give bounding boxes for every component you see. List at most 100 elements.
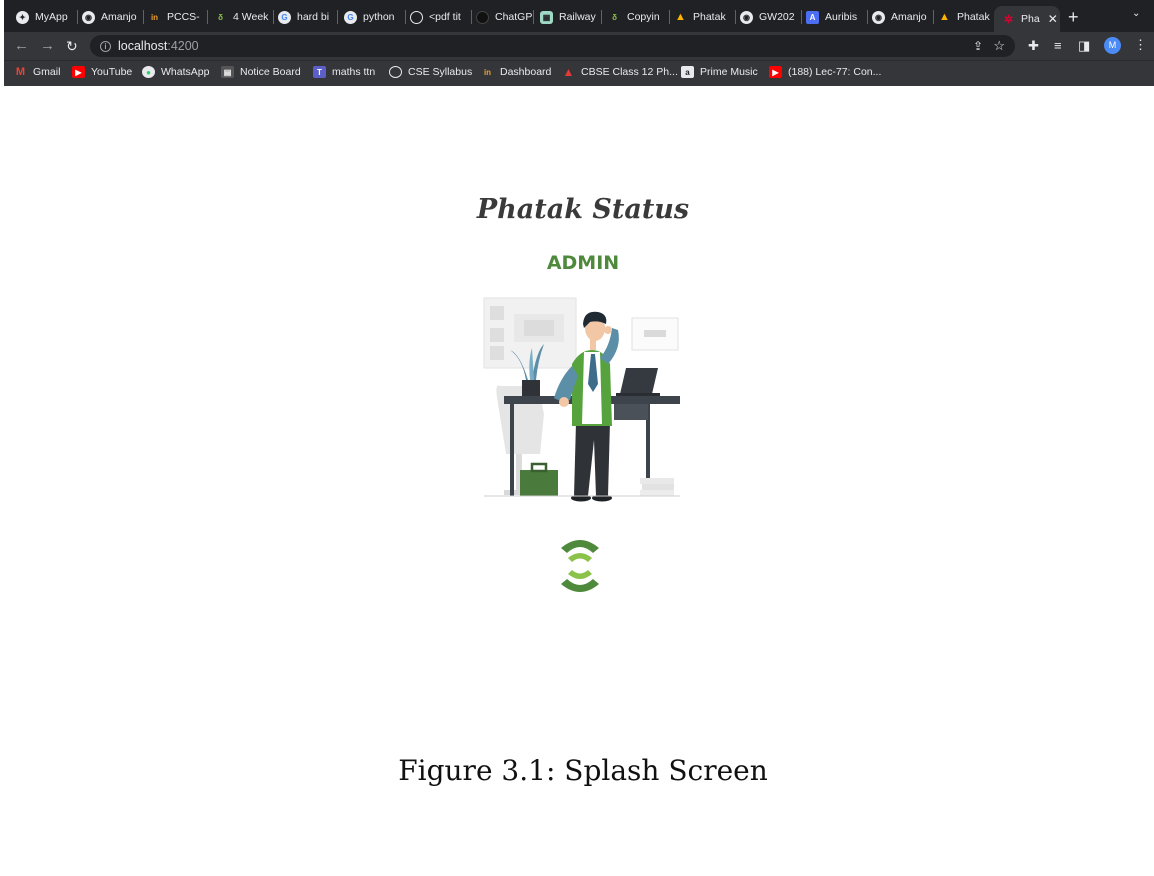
youtube-icon: ▶ (72, 66, 85, 78)
bookmark-cse-syllabus[interactable]: CSE Syllabus (389, 66, 472, 78)
page-content: Phatak Status ADMIN Figure 3.1: Splash S… (4, 86, 1154, 876)
myapp-icon: ✦ (16, 10, 29, 24)
tab-label: ChatGP (495, 11, 533, 23)
bookmark-label: CSE Syllabus (408, 66, 473, 78)
bookmark-maths-ttn[interactable]: T maths ttn (313, 66, 375, 78)
browser-toolbar: ← → ↻ i localhost :4200 ⇪ ☆ ✚ ≡ ◨ M ⋮ (4, 32, 1154, 60)
tab-13[interactable]: ◉ Amanjo (872, 6, 934, 28)
extensions-puzzle-icon[interactable]: ✚ (1028, 38, 1039, 54)
tab-2[interactable]: in PCCS- (148, 6, 208, 28)
info-icon[interactable]: i (100, 40, 111, 52)
reload-icon[interactable]: ↻ (66, 36, 78, 56)
tab-label: Amanjo (101, 11, 137, 23)
bookmark-star-icon[interactable]: ☆ (993, 38, 1005, 54)
reading-list-icon[interactable]: ≡ (1054, 38, 1062, 54)
address-host: localhost (118, 39, 168, 53)
figure-caption: Figure 3.1: Splash Screen (398, 754, 768, 787)
github-icon: ◉ (82, 10, 95, 24)
bookmark-label: Gmail (33, 66, 61, 78)
bookmark-dashboard[interactable]: in Dashboard (481, 66, 551, 78)
tab-4[interactable]: G hard bi (278, 6, 338, 28)
bookmark-label: YouTube (91, 66, 133, 78)
businessman-illustration (483, 297, 680, 502)
bookmark-label: Prime Music (700, 66, 758, 78)
bookmark-gmail[interactable]: M Gmail (14, 66, 61, 78)
railway-icon: ▦ (540, 10, 553, 24)
bookmark-label: Notice Board (240, 66, 301, 78)
bookmark-label: maths ttn (332, 66, 376, 78)
dashboard-icon: in (150, 12, 159, 22)
tab-1[interactable]: ◉ Amanjo (82, 6, 144, 28)
globe-icon (389, 66, 402, 78)
youtube-icon: ▶ (769, 66, 782, 78)
kebab-menu-icon[interactable]: ⋮ (1134, 37, 1147, 53)
bookmark-lecture[interactable]: ▶ (188) Lec-77: Con... (769, 66, 881, 78)
tab-label: Amanjo (891, 11, 927, 23)
tab-label: Phatak (957, 11, 990, 23)
side-panel-icon[interactable]: ◨ (1078, 38, 1090, 54)
tab-10[interactable]: ▲ Phatak (674, 6, 736, 28)
tab-8[interactable]: ▦ Railway (540, 6, 602, 28)
close-tab-icon[interactable]: ✕ (1048, 12, 1058, 26)
tab-14[interactable]: ▲ Phatak (938, 6, 996, 28)
tab-label: Copyin (627, 11, 660, 23)
tab-label: Pha (1021, 13, 1040, 25)
profile-avatar[interactable]: M (1104, 37, 1121, 54)
tab-label: GW202 (759, 11, 795, 23)
bookmark-whatsapp[interactable]: ● WhatsApp (142, 66, 209, 78)
github-icon: ◉ (872, 10, 885, 24)
google-icon: G (344, 10, 357, 24)
tab-label: Auribis (825, 11, 858, 23)
bookmarks-bar: M Gmail ▶ YouTube ● WhatsApp ▤ Notice Bo… (4, 60, 1154, 86)
bookmark-label: (188) Lec-77: Con... (788, 66, 882, 78)
tab-12[interactable]: A Auribis (806, 6, 868, 28)
noticeboard-icon: ▤ (221, 66, 234, 78)
whatsapp-icon: ● (142, 66, 155, 78)
tab-strip: ✦ MyApp ◉ Amanjo in PCCS- δ 4 Week G har… (4, 0, 1154, 32)
tab-label: hard bi (297, 11, 330, 23)
gmail-icon: M (15, 66, 26, 78)
leaf-icon: δ (612, 12, 617, 22)
app-title: Phatak Status (476, 194, 690, 225)
tab-active[interactable]: ✲ Pha ✕ (994, 6, 1060, 32)
cbse-icon: ▲ (562, 65, 575, 79)
tab-label: python (363, 11, 395, 23)
share-icon[interactable]: ⇪ (973, 39, 983, 53)
bookmark-label: WhatsApp (161, 66, 210, 78)
address-bar[interactable]: i localhost :4200 ⇪ ☆ (90, 35, 1015, 57)
tab-0[interactable]: ✦ MyApp (16, 6, 78, 28)
bookmark-label: Dashboard (500, 66, 552, 78)
bookmark-youtube[interactable]: ▶ YouTube (72, 66, 132, 78)
forward-arrow-icon[interactable]: → (40, 36, 55, 56)
chatgpt-icon (476, 10, 489, 24)
tab-label: MyApp (35, 11, 68, 23)
tab-label: <pdf tit (429, 11, 461, 23)
teams-icon: T (313, 66, 326, 78)
google-icon: G (278, 10, 291, 24)
amazon-icon: a (681, 66, 694, 78)
loading-spinner-icon (561, 540, 599, 592)
new-tab-button[interactable]: + (1068, 6, 1079, 28)
tab-9[interactable]: δ Copyin (608, 6, 670, 28)
address-port: :4200 (167, 39, 199, 53)
tab-3[interactable]: δ 4 Week (214, 6, 274, 28)
globe-icon (410, 10, 423, 24)
tab-search-chevron-icon[interactable]: ⌄ (1132, 8, 1140, 19)
leaf-icon: δ (218, 12, 223, 22)
github-icon: ◉ (740, 10, 753, 24)
firebase-icon: ▲ (675, 11, 686, 23)
dashboard-icon: in (483, 67, 492, 77)
tab-6[interactable]: <pdf tit (410, 6, 472, 28)
bookmark-notice-board[interactable]: ▤ Notice Board (221, 66, 301, 78)
tab-11[interactable]: ◉ GW202 (740, 6, 802, 28)
back-arrow-icon[interactable]: ← (14, 36, 29, 56)
bookmark-prime-music[interactable]: a Prime Music (681, 66, 758, 78)
tab-7[interactable]: ChatGP (476, 6, 534, 28)
browser-chrome: ✦ MyApp ◉ Amanjo in PCCS- δ 4 Week G har… (4, 0, 1154, 86)
tab-label: Phatak (693, 11, 726, 23)
auribis-icon: A (806, 10, 819, 24)
bookmark-cbse[interactable]: ▲ CBSE Class 12 Ph... (562, 65, 678, 79)
tab-5[interactable]: G python (344, 6, 406, 28)
tab-label: 4 Week (233, 11, 269, 23)
firebase-icon: ▲ (939, 11, 950, 23)
